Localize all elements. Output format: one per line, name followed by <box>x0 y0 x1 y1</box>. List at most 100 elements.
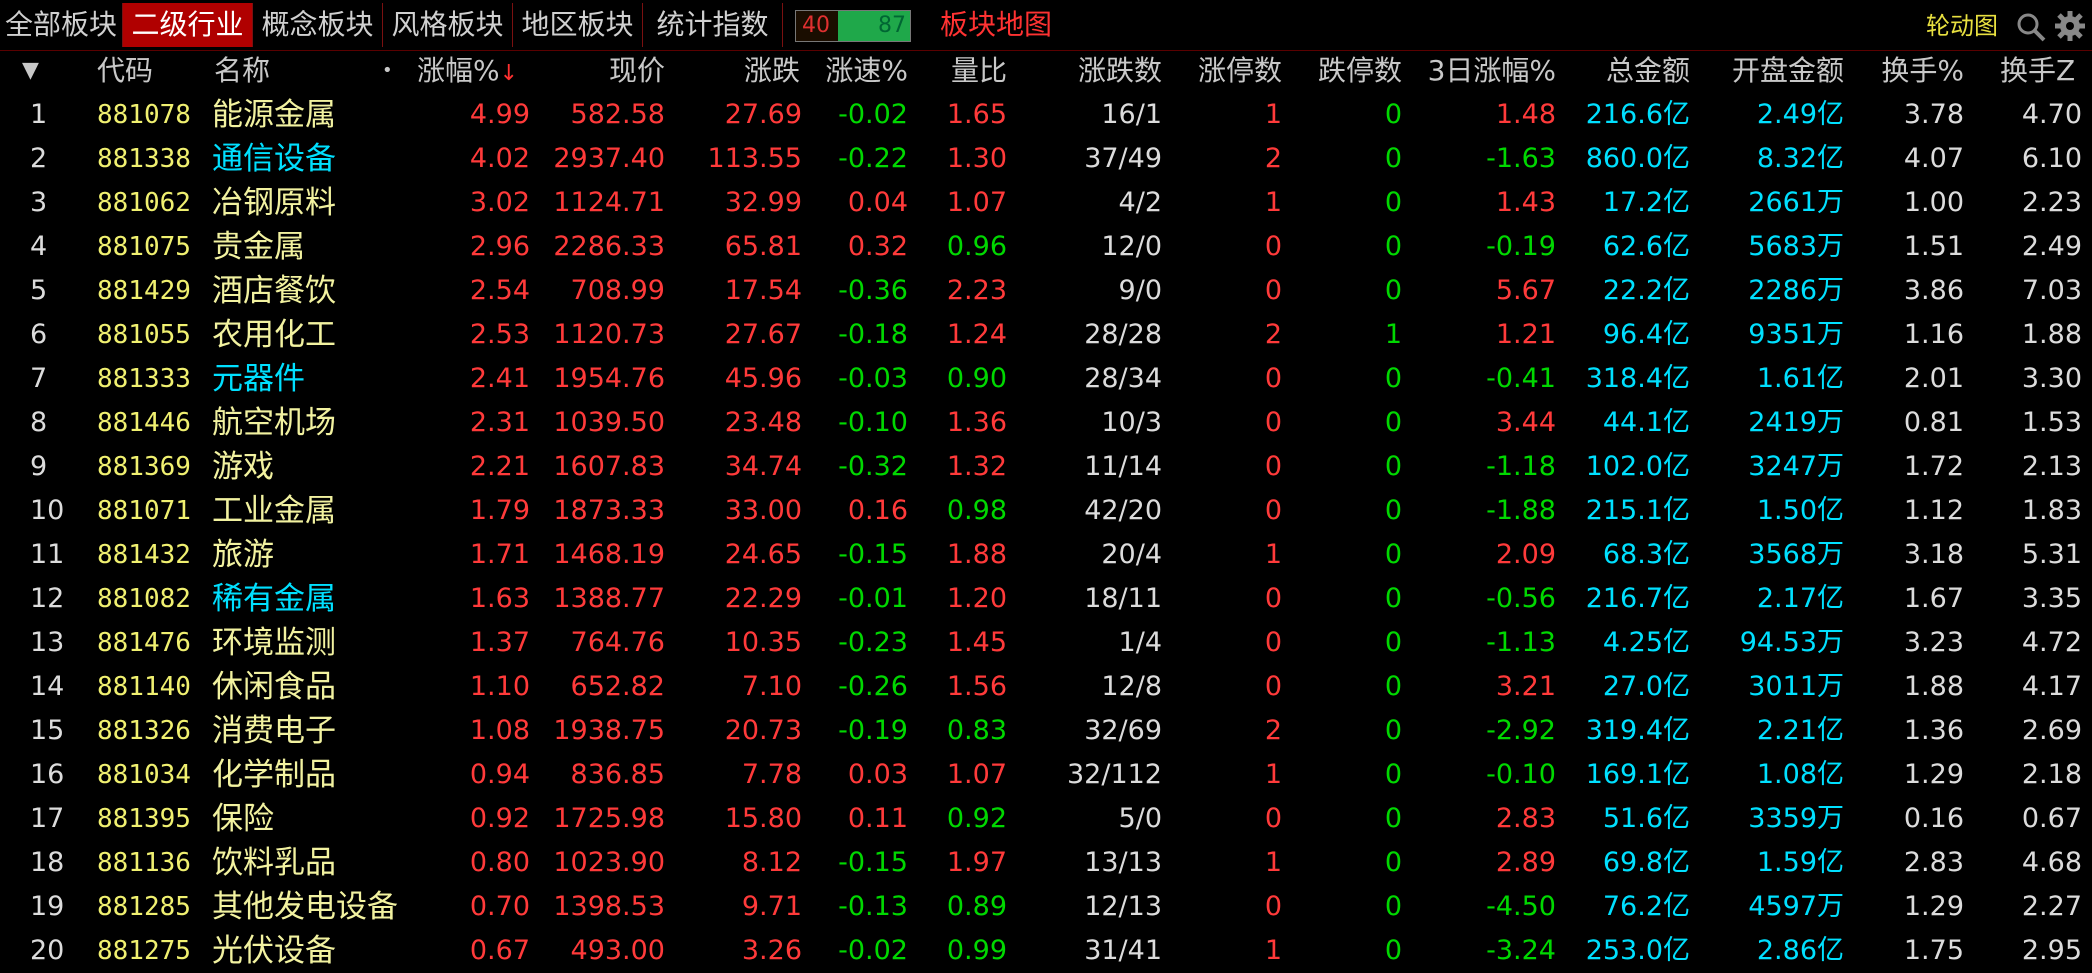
row-volume-ratio: 1.07 <box>946 187 1007 218</box>
row-change: 22.29 <box>724 583 802 614</box>
col-change-pct[interactable]: 涨幅%↓ <box>417 50 518 92</box>
sector-map-link[interactable]: 板块地图 <box>940 3 1052 47</box>
col-turnover-z[interactable]: 换手Z <box>2000 50 2075 92</box>
row-index: 10 <box>30 495 65 526</box>
tab-all-sectors[interactable]: 全部板块 <box>0 3 123 47</box>
table-row[interactable]: 17 881395 保险 0.92 1725.98 15.80 0.11 0.92 5/0 0 0 2… <box>0 797 2092 841</box>
row-speed: 0.16 <box>847 495 908 526</box>
table-row[interactable]: 19 881285 其他发电设备 0.70 1398.53 9.71 -0.13 0.89 12… <box>0 885 2092 929</box>
col-code[interactable]: 代码 <box>97 50 153 92</box>
row-turnover: 2.01 <box>1903 363 1964 394</box>
tab-concept-sectors[interactable]: 概念板块 <box>253 3 383 47</box>
rotation-chart-link[interactable]: 轮动图 <box>1926 8 1998 44</box>
col-up-down-count[interactable]: 涨跌数 <box>1078 50 1162 92</box>
row-open-amount: 3359万 <box>1748 803 1844 834</box>
search-icon[interactable] <box>2016 12 2046 42</box>
row-open-amount: 1.50亿 <box>1756 495 1844 526</box>
row-name: 保险 <box>212 801 274 837</box>
col-total-amount[interactable]: 总金额 <box>1606 50 1690 92</box>
row-limit-up-count: 1 <box>1264 759 1282 790</box>
table-row[interactable]: 3 881062 冶钢原料 3.02 1124.71 32.99 0.04 1.07 4/2 1 0… <box>0 181 2092 225</box>
table-row[interactable]: 7 881333 元器件 2.41 1954.76 45.96 -0.03 0.90 28/34… <box>0 357 2092 401</box>
col-change[interactable]: 涨跌 <box>744 50 800 92</box>
col-turnover[interactable]: 换手% <box>1881 50 1964 92</box>
row-total-amount: 69.8亿 <box>1602 847 1690 878</box>
table-row[interactable]: 5 881429 酒店餐饮 2.54 708.99 17.54 -0.36 2.23 9/0 0 0… <box>0 269 2092 313</box>
row-code: 881136 <box>97 848 191 878</box>
row-up-down-count: 13/13 <box>1084 847 1162 878</box>
row-name: 其他发电设备 <box>212 889 398 925</box>
table-row[interactable]: 20 881275 光伏设备 0.67 493.00 3.26 -0.02 0.99 31/41… <box>0 929 2092 973</box>
row-up-down-count: 12/0 <box>1101 231 1162 262</box>
row-index: 20 <box>30 935 65 966</box>
table-row[interactable]: 1 881078 能源金属 4.99 582.58 27.69 -0.02 1.65 16/1 1… <box>0 93 2092 137</box>
tab-statistic-index[interactable]: 统计指数 <box>643 3 783 47</box>
row-limit-up-count: 0 <box>1264 891 1282 922</box>
col-limit-up-count[interactable]: 涨停数 <box>1198 50 1282 92</box>
table-row[interactable]: 13 881476 环境监测 1.37 764.76 10.35 -0.23 1.45 1/4 0… <box>0 621 2092 665</box>
row-name: 农用化工 <box>212 317 336 353</box>
row-turnover: 1.16 <box>1903 319 1964 350</box>
row-limit-down-count: 0 <box>1384 935 1402 966</box>
table-row[interactable]: 8 881446 航空机场 2.31 1039.50 23.48 -0.10 1.36 10/3… <box>0 401 2092 445</box>
row-name: 化学制品 <box>212 757 336 793</box>
row-change: 27.69 <box>724 99 802 130</box>
row-turnover: 1.51 <box>1903 231 1964 262</box>
tab-region-sectors[interactable]: 地区板块 <box>513 3 643 47</box>
table-row[interactable]: 6 881055 农用化工 2.53 1120.73 27.67 -0.18 1.24 28/2… <box>0 313 2092 357</box>
row-change-pct: 1.79 <box>469 495 530 526</box>
row-code: 881476 <box>97 628 191 658</box>
row-index: 13 <box>30 627 65 658</box>
row-limit-down-count: 0 <box>1384 451 1402 482</box>
row-volume-ratio: 1.20 <box>946 583 1007 614</box>
row-price: 1954.76 <box>553 363 665 394</box>
table-row[interactable]: 18 881136 饮料乳品 0.80 1023.90 8.12 -0.15 1.97 13/1… <box>0 841 2092 885</box>
col-price[interactable]: 现价 <box>609 50 665 92</box>
row-speed: -0.23 <box>838 627 908 658</box>
row-change-pct: 0.94 <box>469 759 530 790</box>
row-speed: -0.15 <box>838 847 908 878</box>
row-turnover-z: 1.88 <box>2021 319 2082 350</box>
table-row[interactable]: 2 881338 通信设备 4.02 2937.40 113.55 -0.22 1.30 37/… <box>0 137 2092 181</box>
tab-secondary-industry[interactable]: 二级行业 <box>123 3 253 47</box>
row-limit-up-count: 0 <box>1264 363 1282 394</box>
row-index: 11 <box>30 539 65 570</box>
tab-bar: 全部板块 二级行业 概念板块 风格板块 地区板块 统计指数 40 87 板块地图… <box>0 0 2092 51</box>
table-row[interactable]: 9 881369 游戏 2.21 1607.83 34.74 -0.32 1.32 11/14 0… <box>0 445 2092 489</box>
row-speed: -0.13 <box>838 891 908 922</box>
row-price: 1468.19 <box>553 539 665 570</box>
table-row[interactable]: 14 881140 休闲食品 1.10 652.82 7.10 -0.26 1.56 12/8 0… <box>0 665 2092 709</box>
col-name[interactable]: 名称 <box>214 50 270 92</box>
row-change: 23.48 <box>724 407 802 438</box>
row-limit-up-count: 0 <box>1264 275 1282 306</box>
col-limit-down-count[interactable]: 跌停数 <box>1318 50 1402 92</box>
tab-style-sectors[interactable]: 风格板块 <box>383 3 513 47</box>
row-volume-ratio: 1.65 <box>946 99 1007 130</box>
row-limit-up-count: 0 <box>1264 671 1282 702</box>
row-change-pct: 0.92 <box>469 803 530 834</box>
row-price: 2286.33 <box>553 231 665 262</box>
table-row[interactable]: 16 881034 化学制品 0.94 836.85 7.78 0.03 1.07 32/112… <box>0 753 2092 797</box>
table-row[interactable]: 15 881326 消费电子 1.08 1938.75 20.73 -0.19 0.83 32/… <box>0 709 2092 753</box>
sort-toggle-icon[interactable]: ▼ <box>22 50 39 92</box>
table-row[interactable]: 12 881082 稀有金属 1.63 1388.77 22.29 -0.01 1.20 18/… <box>0 577 2092 621</box>
row-three-day-change: -0.19 <box>1486 231 1556 262</box>
col-speed[interactable]: 涨速% <box>825 50 908 92</box>
row-turnover-z: 4.17 <box>2021 671 2082 702</box>
row-turnover: 1.00 <box>1903 187 1964 218</box>
col-three-day-change[interactable]: 3日涨幅% <box>1428 50 1556 92</box>
gear-icon[interactable] <box>2054 10 2086 42</box>
row-change-pct: 2.21 <box>469 451 530 482</box>
row-total-amount: 253.0亿 <box>1585 935 1690 966</box>
row-limit-down-count: 0 <box>1384 715 1402 746</box>
col-volume-ratio[interactable]: 量比 <box>951 50 1007 92</box>
row-name: 贵金属 <box>212 229 305 265</box>
row-turnover-z: 4.68 <box>2021 847 2082 878</box>
table-row[interactable]: 11 881432 旅游 1.71 1468.19 24.65 -0.15 1.88 20/4 1… <box>0 533 2092 577</box>
row-limit-up-count: 2 <box>1264 319 1282 350</box>
table-row[interactable]: 4 881075 贵金属 2.96 2286.33 65.81 0.32 0.96 12/0 0 0… <box>0 225 2092 269</box>
col-open-amount[interactable]: 开盘金额 <box>1732 50 1844 92</box>
row-change-pct: 0.67 <box>469 935 530 966</box>
row-limit-down-count: 1 <box>1384 319 1402 350</box>
table-row[interactable]: 10 881071 工业金属 1.79 1873.33 33.00 0.16 0.98 42/2… <box>0 489 2092 533</box>
